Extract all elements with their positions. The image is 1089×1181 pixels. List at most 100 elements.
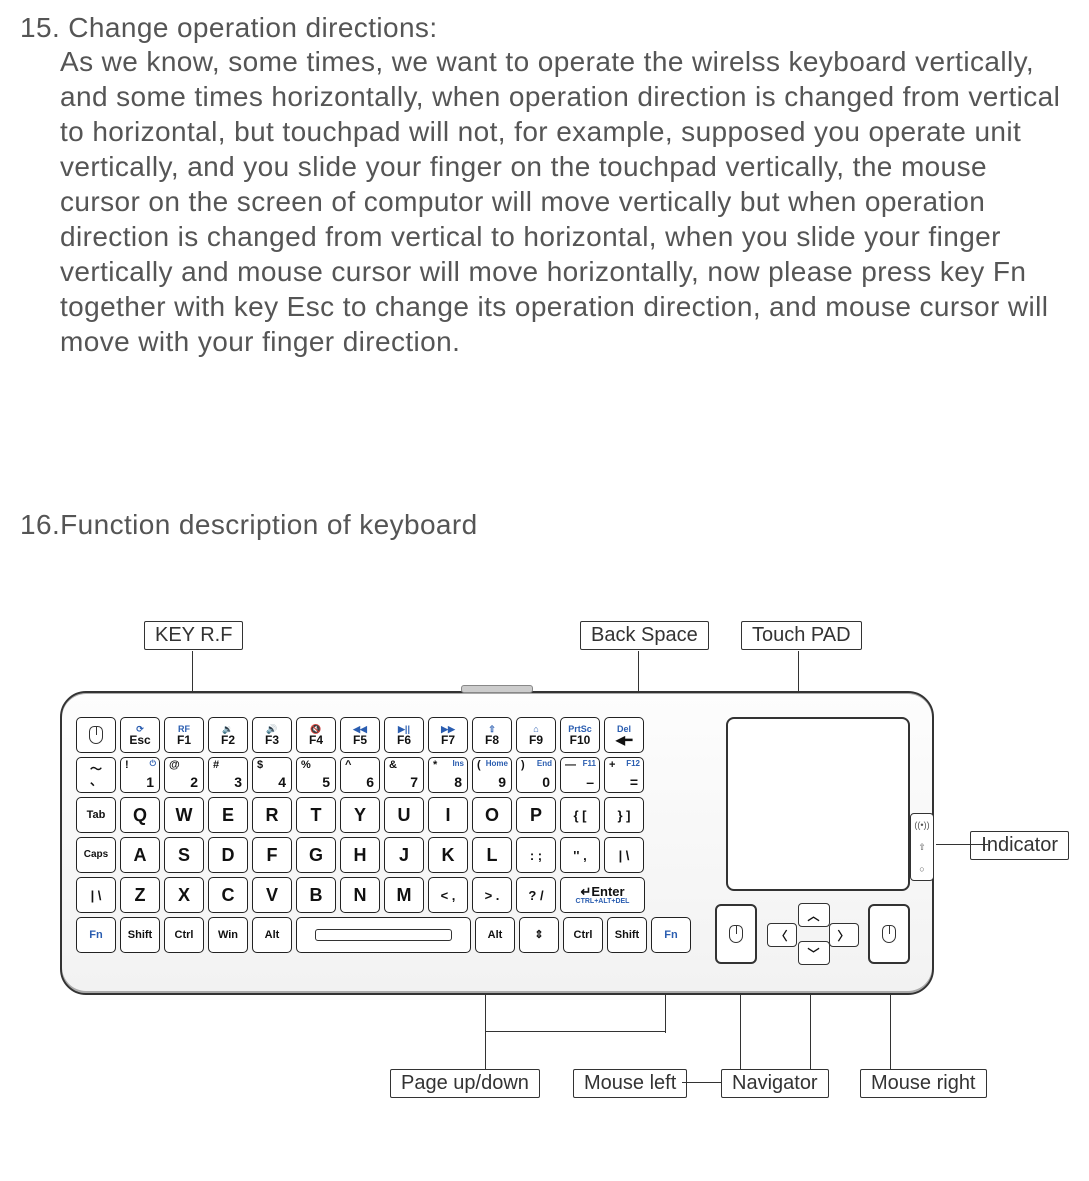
key-caps[interactable]: Caps [76, 837, 116, 873]
key-[interactable]: | \ [604, 837, 644, 873]
key-main: F6 [397, 734, 411, 746]
key-ctrl[interactable]: Ctrl [164, 917, 204, 953]
key-7[interactable]: &7 [384, 757, 424, 793]
key-f[interactable]: F [252, 837, 292, 873]
key-f8[interactable]: ⇧F8 [472, 717, 512, 753]
key-alt[interactable]: Alt [252, 917, 292, 953]
key-symbol: & [389, 760, 397, 771]
key-tab[interactable]: Tab [76, 797, 116, 833]
key-b[interactable]: B [296, 877, 336, 913]
key-f4[interactable]: 🔇F4 [296, 717, 336, 753]
key-o[interactable]: O [472, 797, 512, 833]
nav-down-button[interactable]: ﹀ [798, 941, 830, 965]
key-[interactable]: > . [472, 877, 512, 913]
key-[interactable]: < , [428, 877, 468, 913]
key-n[interactable]: N [340, 877, 380, 913]
key-0[interactable]: )End0 [516, 757, 556, 793]
key-f1[interactable]: RFF1 [164, 717, 204, 753]
key-esc[interactable]: ⟳Esc [120, 717, 160, 753]
key-bot: 、 [90, 775, 102, 787]
key-fn[interactable]: Fn [76, 917, 116, 953]
key-r1-0[interactable] [76, 717, 116, 753]
key-p[interactable]: P [516, 797, 556, 833]
key-–[interactable]: —F11– [560, 757, 600, 793]
key-u[interactable]: U [384, 797, 424, 833]
key-v[interactable]: V [252, 877, 292, 913]
key-fn-label: F11 [583, 760, 596, 768]
key-r[interactable]: R [252, 797, 292, 833]
key-tilde[interactable]: ～、 [76, 757, 116, 793]
key-main: F9 [529, 734, 543, 746]
key-label: '' , [573, 849, 586, 862]
key-alt[interactable]: Alt [475, 917, 515, 953]
key-s[interactable]: S [164, 837, 204, 873]
key-4[interactable]: $4 [252, 757, 292, 793]
key-9[interactable]: (Home9 [472, 757, 512, 793]
key-f2[interactable]: 🔉F2 [208, 717, 248, 753]
key-d[interactable]: D [208, 837, 248, 873]
key-main: 5 [322, 775, 330, 789]
key-3[interactable]: #3 [208, 757, 248, 793]
key-ctrl[interactable]: Ctrl [563, 917, 603, 953]
key-label: : ; [530, 849, 542, 862]
key-space[interactable] [296, 917, 471, 953]
key-⇕[interactable]: ⇕ [519, 917, 559, 953]
nav-up-button[interactable]: ︿ [798, 903, 830, 927]
key-i[interactable]: I [428, 797, 468, 833]
key-[interactable]: } ] [604, 797, 644, 833]
key-shift[interactable]: Shift [120, 917, 160, 953]
mouse-right-button[interactable] [868, 904, 910, 964]
key-f5[interactable]: ◀◀F5 [340, 717, 380, 753]
key-1[interactable]: !⏻1 [120, 757, 160, 793]
key-2[interactable]: @2 [164, 757, 204, 793]
key-j[interactable]: J [384, 837, 424, 873]
key-m[interactable]: M [384, 877, 424, 913]
nav-right-button[interactable]: 〉 [829, 923, 859, 947]
touchpad-bottom-cluster: ︿ ﹀ 〈 〉 [715, 903, 910, 965]
key-[interactable]: { [ [560, 797, 600, 833]
key-w[interactable]: W [164, 797, 204, 833]
key-a[interactable]: A [120, 837, 160, 873]
key-5[interactable]: %5 [296, 757, 336, 793]
key-enter[interactable]: ↵EnterCTRL+ALT+DEL [560, 877, 645, 913]
key-f9[interactable]: ⌂F9 [516, 717, 556, 753]
key-symbol: ( [477, 760, 481, 771]
key-shift[interactable]: Shift [607, 917, 647, 953]
key-l[interactable]: L [472, 837, 512, 873]
key-z[interactable]: Z [120, 877, 160, 913]
key-f10[interactable]: PrtScF10 [560, 717, 600, 753]
key-symbol: ^ [345, 760, 351, 771]
key-f7[interactable]: ▶▶F7 [428, 717, 468, 753]
key-t[interactable]: T [296, 797, 336, 833]
key-h[interactable]: H [340, 837, 380, 873]
key-[interactable]: ? / [516, 877, 556, 913]
key-[interactable]: | \ [76, 877, 116, 913]
key-g[interactable]: G [296, 837, 336, 873]
key-f6[interactable]: ▶||F6 [384, 717, 424, 753]
key-◀━[interactable]: Del◀━ [604, 717, 644, 753]
key-symbol: + [609, 760, 615, 771]
nav-left-button[interactable]: 〈 [767, 923, 797, 947]
key-f3[interactable]: 🔊F3 [252, 717, 292, 753]
key-e[interactable]: E [208, 797, 248, 833]
key-main: 1 [146, 775, 154, 789]
key-y[interactable]: Y [340, 797, 380, 833]
key-[interactable]: : ; [516, 837, 556, 873]
key-label: Fn [89, 930, 102, 941]
key-=[interactable]: +F12= [604, 757, 644, 793]
key-main: 3 [234, 775, 242, 789]
key-c[interactable]: C [208, 877, 248, 913]
key-q[interactable]: Q [120, 797, 160, 833]
key-win[interactable]: Win [208, 917, 248, 953]
key-k[interactable]: K [428, 837, 468, 873]
key-main: F10 [570, 734, 591, 746]
key-x[interactable]: X [164, 877, 204, 913]
key-6[interactable]: ^6 [340, 757, 380, 793]
callout-mouse-right: Mouse right [860, 1069, 987, 1098]
key-[interactable]: '' , [560, 837, 600, 873]
key-label: F [267, 846, 278, 864]
touchpad-surface[interactable] [726, 717, 910, 891]
key-fn[interactable]: Fn [651, 917, 691, 953]
key-8[interactable]: *Ins8 [428, 757, 468, 793]
mouse-left-button[interactable] [715, 904, 757, 964]
